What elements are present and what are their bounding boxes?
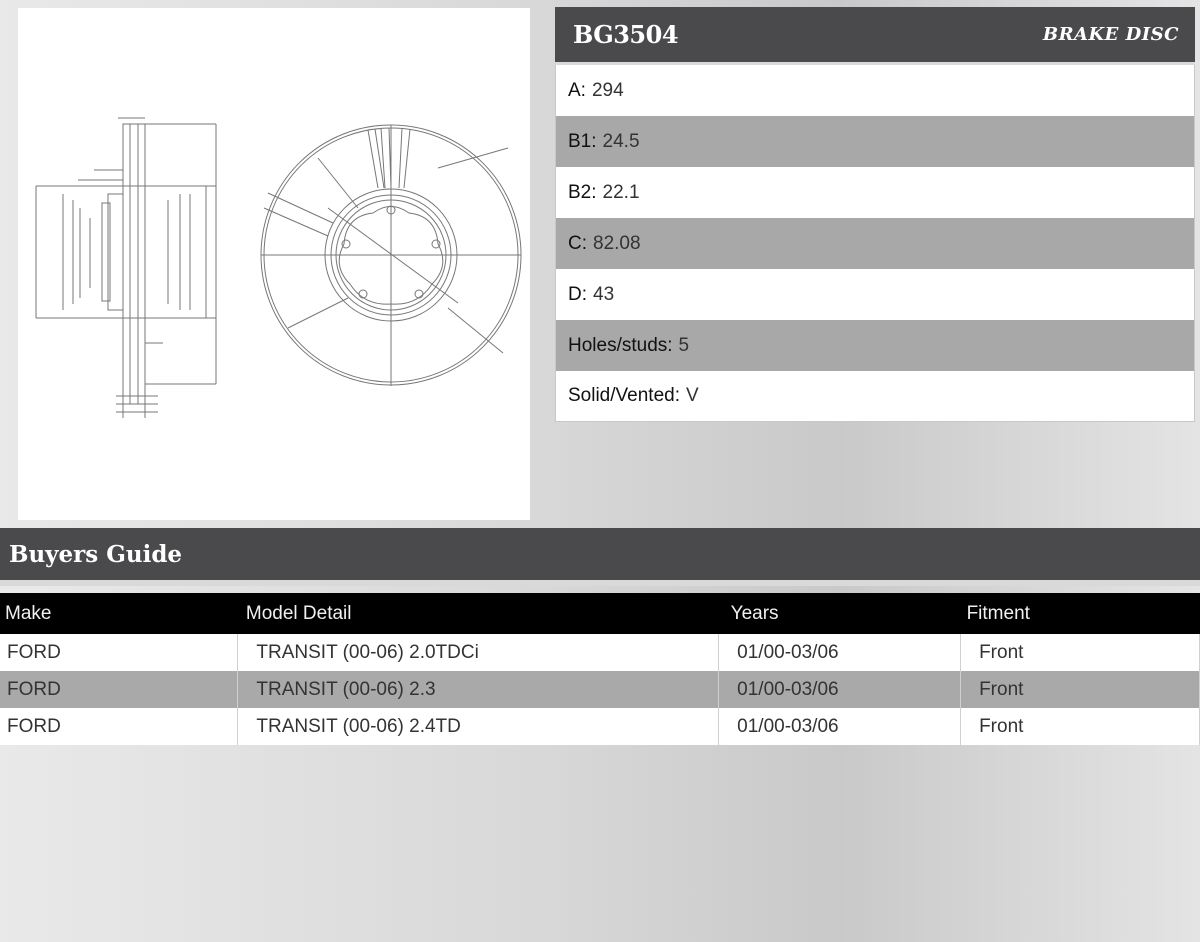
spec-label: C:	[568, 232, 587, 254]
cell-fitment: Front	[960, 671, 1200, 708]
spec-value: V	[685, 385, 699, 406]
table-header-row: Make Model Detail Years Fitment	[0, 593, 1200, 634]
cell-make: FORD	[0, 708, 239, 745]
cell-make: FORD	[0, 671, 239, 708]
table-row: FORD TRANSIT (00-06) 2.4TD 01/00-03/06 F…	[0, 708, 1200, 745]
spec-label: B1:	[568, 130, 597, 152]
cell-years: 01/00-03/06	[718, 708, 962, 745]
column-header-model: Model Detail	[237, 593, 719, 634]
spec-value: 22.1	[602, 181, 640, 203]
cell-fitment: Front	[960, 634, 1200, 671]
column-header-fitment: Fitment	[960, 593, 1200, 634]
spec-value: 43	[593, 283, 615, 305]
buyers-guide-title: Buyers Guide	[0, 528, 1200, 586]
spec-label: B2:	[568, 181, 597, 203]
spec-label: A:	[568, 79, 586, 101]
technical-drawing-panel	[18, 8, 530, 520]
cell-years: 01/00-03/06	[718, 634, 962, 671]
spec-row-a: A: 294	[555, 65, 1195, 116]
spec-row-vented: Solid/Vented: V	[555, 371, 1195, 422]
spec-row-b2: B2: 22.1	[555, 167, 1195, 218]
buyers-guide-table: Make Model Detail Years Fitment FORD TRA…	[0, 593, 1200, 745]
cell-years: 01/00-03/06	[718, 671, 962, 708]
spec-label: D:	[568, 283, 587, 305]
spec-row-c: C: 82.08	[555, 218, 1195, 269]
cell-model: TRANSIT (00-06) 2.4TD	[237, 708, 720, 745]
spec-value: 82.08	[593, 232, 641, 254]
spec-label: Solid/Vented:	[568, 385, 680, 406]
spec-label: Holes/studs:	[568, 334, 673, 356]
cell-make: FORD	[0, 634, 239, 671]
product-type: BRAKE DISC	[1042, 24, 1179, 45]
spec-header: BG3504 BRAKE DISC	[555, 7, 1195, 65]
cell-fitment: Front	[960, 708, 1200, 745]
product-code: BG3504	[573, 20, 679, 49]
spec-value: 294	[591, 79, 624, 101]
spec-row-holes: Holes/studs: 5	[555, 320, 1195, 371]
cell-model: TRANSIT (00-06) 2.3	[237, 671, 720, 708]
spec-value: 24.5	[602, 130, 640, 152]
spec-row-d: D: 43	[555, 269, 1195, 320]
spec-panel: BG3504 BRAKE DISC A: 294 B1: 24.5 B2: 22…	[555, 7, 1195, 422]
cell-model: TRANSIT (00-06) 2.0TDCi	[237, 634, 720, 671]
column-header-years: Years	[718, 593, 961, 634]
column-header-make: Make	[0, 593, 238, 634]
spec-row-b1: B1: 24.5	[555, 116, 1195, 167]
table-row: FORD TRANSIT (00-06) 2.0TDCi 01/00-03/06…	[0, 634, 1200, 671]
brake-disc-drawing	[35, 117, 522, 418]
table-row: FORD TRANSIT (00-06) 2.3 01/00-03/06 Fro…	[0, 671, 1200, 708]
disc-profile-outer	[122, 123, 146, 405]
spec-value: 5	[678, 334, 690, 356]
